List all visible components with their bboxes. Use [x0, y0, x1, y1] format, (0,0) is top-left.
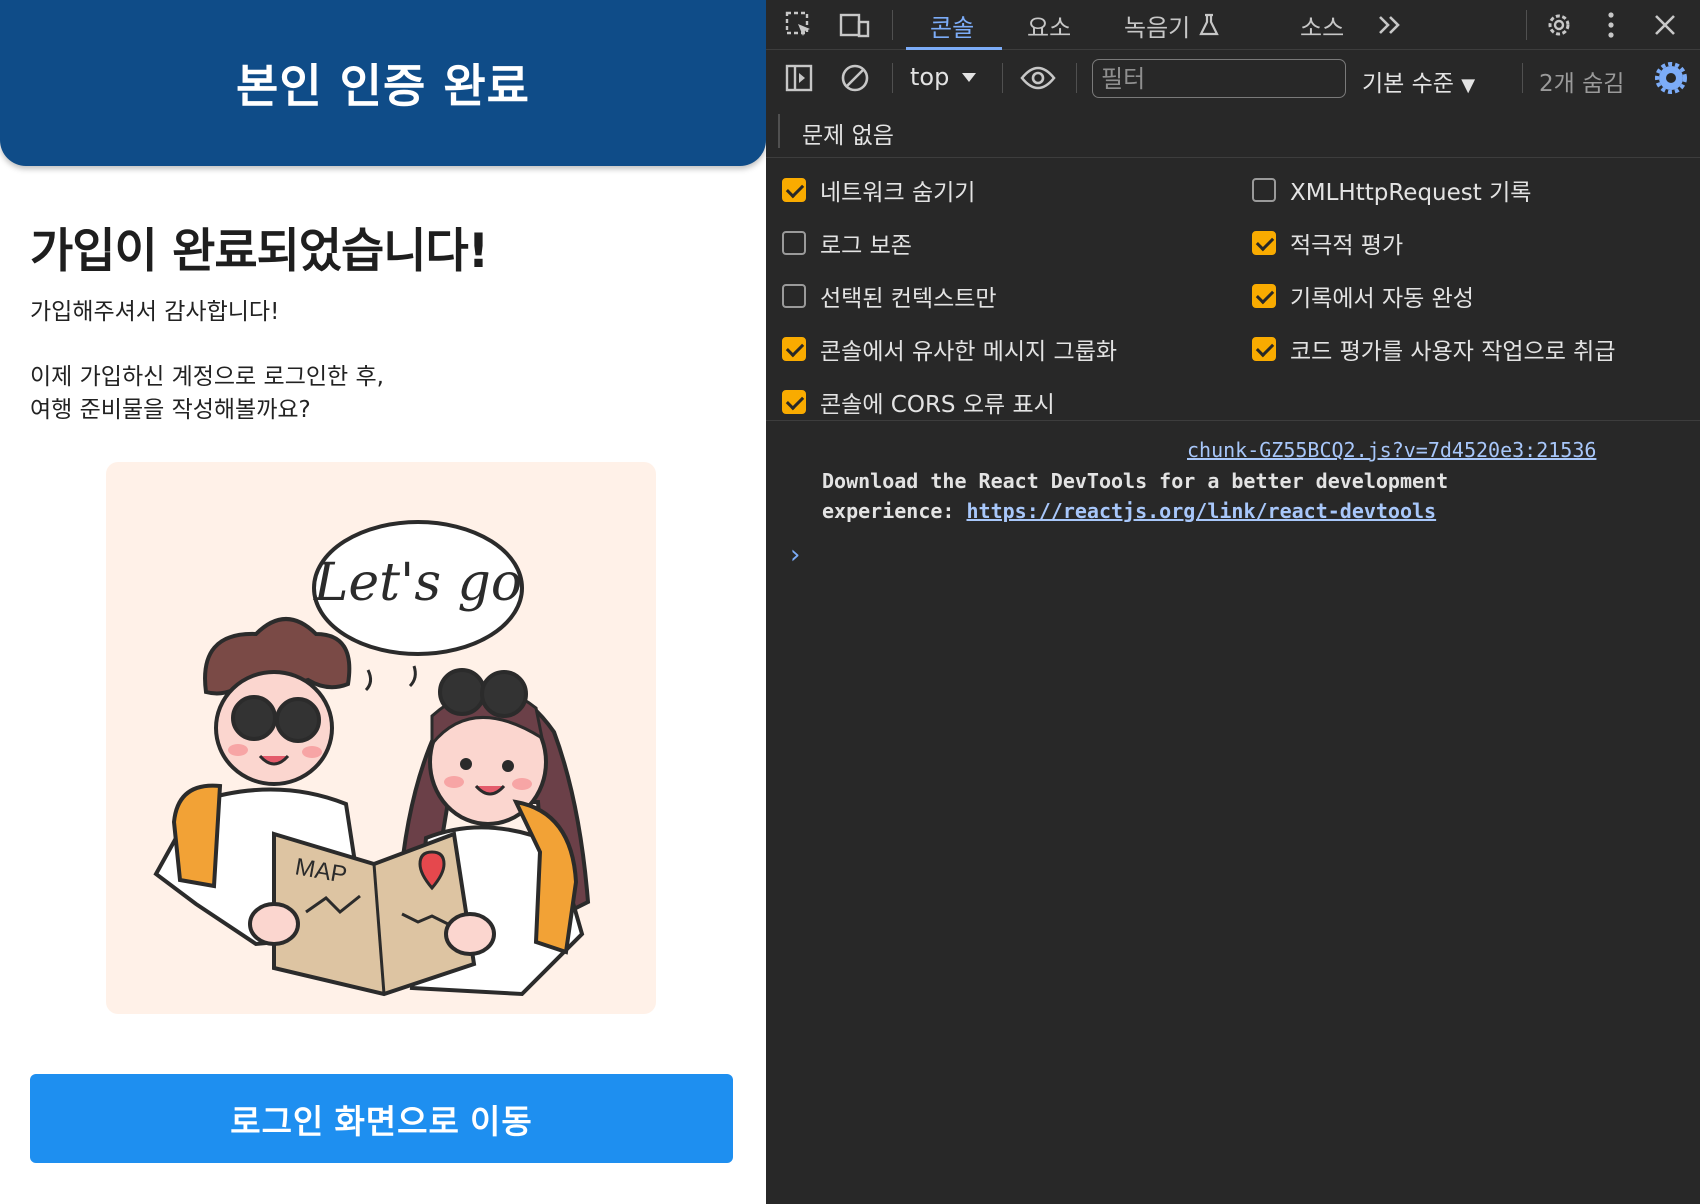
console-message-line-1: Download the React DevTools for a better… [822, 469, 1449, 493]
device-toolbar-icon[interactable] [836, 6, 874, 44]
setting-cors-errors[interactable]: 콘솔에 CORS 오류 표시 [782, 385, 1055, 419]
tab-console[interactable]: 콘솔 [930, 0, 974, 50]
toolbar-divider-2 [1002, 63, 1003, 93]
setting-selected-context-only[interactable]: 선택된 컨텍스트만 [782, 279, 997, 313]
tabbar-divider-right [1526, 10, 1527, 40]
travel-illustration: Let's go MAP [106, 462, 656, 1014]
setting-group-similar[interactable]: 콘솔에서 유사한 메시지 그룹화 [782, 332, 1117, 366]
boy-sunglasses-right [275, 697, 321, 743]
boy-backpack [171, 783, 223, 889]
toolbar-divider-1 [892, 63, 893, 93]
toolbar-divider-3 [1076, 63, 1077, 93]
girl-hand [444, 912, 496, 956]
live-expression-eye-icon[interactable] [1019, 59, 1057, 97]
checkbox[interactable] [782, 390, 806, 414]
console-settings-pane: 네트워크 숨기기 XMLHttpRequest 기록 로그 보존 적극적 평가 … [766, 159, 1700, 421]
console-message: Download the React DevTools for a better… [822, 466, 1448, 526]
go-to-login-button[interactable]: 로그인 화면으로 이동 [30, 1074, 733, 1163]
more-tabs-chevron-icon[interactable] [1371, 6, 1409, 44]
clear-console-icon[interactable] [836, 59, 874, 97]
flask-icon [1199, 13, 1220, 36]
setting-label: 코드 평가를 사용자 작업으로 취급 [1290, 339, 1616, 365]
setting-autocomplete-history[interactable]: 기록에서 자동 완성 [1252, 279, 1474, 313]
setting-eager-evaluation[interactable]: 적극적 평가 [1252, 226, 1403, 260]
setting-label: 선택된 컨텍스트만 [820, 286, 997, 312]
boy-sunglasses-left [231, 695, 277, 741]
log-levels-dropdown[interactable]: 기본 수준 ▼ [1362, 64, 1475, 98]
tab-elements[interactable]: 요소 [1027, 0, 1071, 50]
checkbox[interactable] [1252, 231, 1276, 255]
context-selector[interactable]: top [910, 63, 977, 91]
girl-eye-right [502, 760, 514, 772]
issues-divider [778, 114, 780, 148]
source-link[interactable]: chunk-GZ55BCQ2.js?v=7d4520e3:21536 [1187, 438, 1596, 462]
checkbox[interactable] [1252, 337, 1276, 361]
checkbox[interactable] [782, 231, 806, 255]
thanks-text: 가입해주셔서 감사합니다! [30, 299, 280, 325]
speech-text: Let's go [313, 553, 522, 613]
boy-hand [248, 902, 300, 946]
react-devtools-link[interactable]: https://reactjs.org/link/react-devtools [967, 499, 1437, 523]
girl-eye-left [460, 758, 472, 770]
setting-preserve-log[interactable]: 로그 보존 [782, 226, 912, 260]
console-settings-gear-icon[interactable] [1652, 59, 1690, 97]
checkbox[interactable] [1252, 284, 1276, 308]
settings-gear-icon[interactable] [1540, 6, 1578, 44]
devtools-tabbar: 콘솔 요소 녹음기 소스 [766, 0, 1700, 50]
setting-hide-network[interactable]: 네트워크 숨기기 [782, 173, 975, 207]
travel-illustration-svg: Let's go MAP [153, 520, 591, 997]
setting-label: 콘솔에서 유사한 메시지 그룹화 [820, 339, 1118, 365]
page-heading: 가입이 완료되었습니다! [30, 224, 489, 279]
tab-recorder-label: 녹음기 [1124, 13, 1191, 42]
tab-recorder[interactable]: 녹음기 [1124, 0, 1220, 50]
setting-label: 콘솔에 CORS 오류 표시 [820, 392, 1055, 418]
setting-label: XMLHttpRequest 기록 [1290, 180, 1532, 206]
instruction-line-1: 이제 가입하신 계정으로 로그인한 후, [30, 364, 384, 390]
checkbox[interactable] [782, 284, 806, 308]
console-prompt-chevron-icon[interactable]: › [790, 540, 800, 570]
toolbar-divider-4 [1522, 63, 1523, 93]
setting-label: 기록에서 자동 완성 [1290, 286, 1474, 312]
setting-log-xhr[interactable]: XMLHttpRequest 기록 [1252, 173, 1531, 207]
boy-blush-left [228, 744, 248, 756]
girl-sunglasses-left [438, 668, 486, 716]
app-header: 본인 인증 완료 [0, 0, 766, 166]
checkbox[interactable] [782, 178, 806, 202]
setting-user-activation[interactable]: 코드 평가를 사용자 작업으로 취급 [1252, 332, 1615, 366]
setting-label: 적극적 평가 [1290, 233, 1404, 259]
boy-blush-right [302, 746, 322, 758]
setting-label: 네트워크 숨기기 [820, 180, 976, 206]
filter-input[interactable] [1092, 59, 1346, 98]
issues-bar: 문제 없음 [766, 106, 1700, 158]
more-options-icon[interactable] [1592, 6, 1630, 44]
tabbar-divider [892, 10, 893, 40]
instruction-text: 이제 가입하신 계정으로 로그인한 후, 여행 준비물을 작성해볼까요? [30, 361, 384, 427]
close-devtools-icon[interactable] [1646, 6, 1684, 44]
girl-blush-right [512, 778, 532, 790]
active-tab-indicator [906, 47, 1002, 50]
girl-sunglasses-right [480, 670, 528, 718]
tab-sources[interactable]: 소스 [1300, 0, 1344, 50]
context-selector-value: top [910, 63, 950, 91]
instruction-line-2: 여행 준비물을 작성해볼까요? [30, 397, 311, 423]
devtools-panel: 콘솔 요소 녹음기 소스 top 필터 기본 수준 ▼ 2개 숨김 문제 없음 … [766, 0, 1700, 1204]
issues-status[interactable]: 문제 없음 [802, 116, 894, 150]
checkbox[interactable] [1252, 178, 1276, 202]
chevron-down-icon [962, 73, 977, 82]
signup-complete-page: 본인 인증 완료 가입이 완료되었습니다! 가입해주셔서 감사합니다! 이제 가… [0, 0, 766, 1204]
hidden-messages-count: 2개 숨김 [1539, 71, 1625, 97]
sidebar-toggle-icon[interactable] [780, 59, 818, 97]
checkbox[interactable] [782, 337, 806, 361]
console-message-prefix: experience: [822, 499, 967, 523]
inspect-element-icon[interactable] [780, 6, 818, 44]
bubble-tail-2 [408, 665, 417, 688]
girl-blush-left [444, 776, 464, 788]
log-levels-label: 기본 수준 [1362, 71, 1454, 97]
console-toolbar: top 기본 수준 ▼ 2개 숨김 [766, 51, 1700, 105]
chevron-down-icon: ▼ [1461, 75, 1476, 96]
header-title: 본인 인증 완료 [236, 59, 530, 113]
setting-label: 로그 보존 [820, 233, 912, 259]
bubble-tail-1 [364, 669, 373, 692]
